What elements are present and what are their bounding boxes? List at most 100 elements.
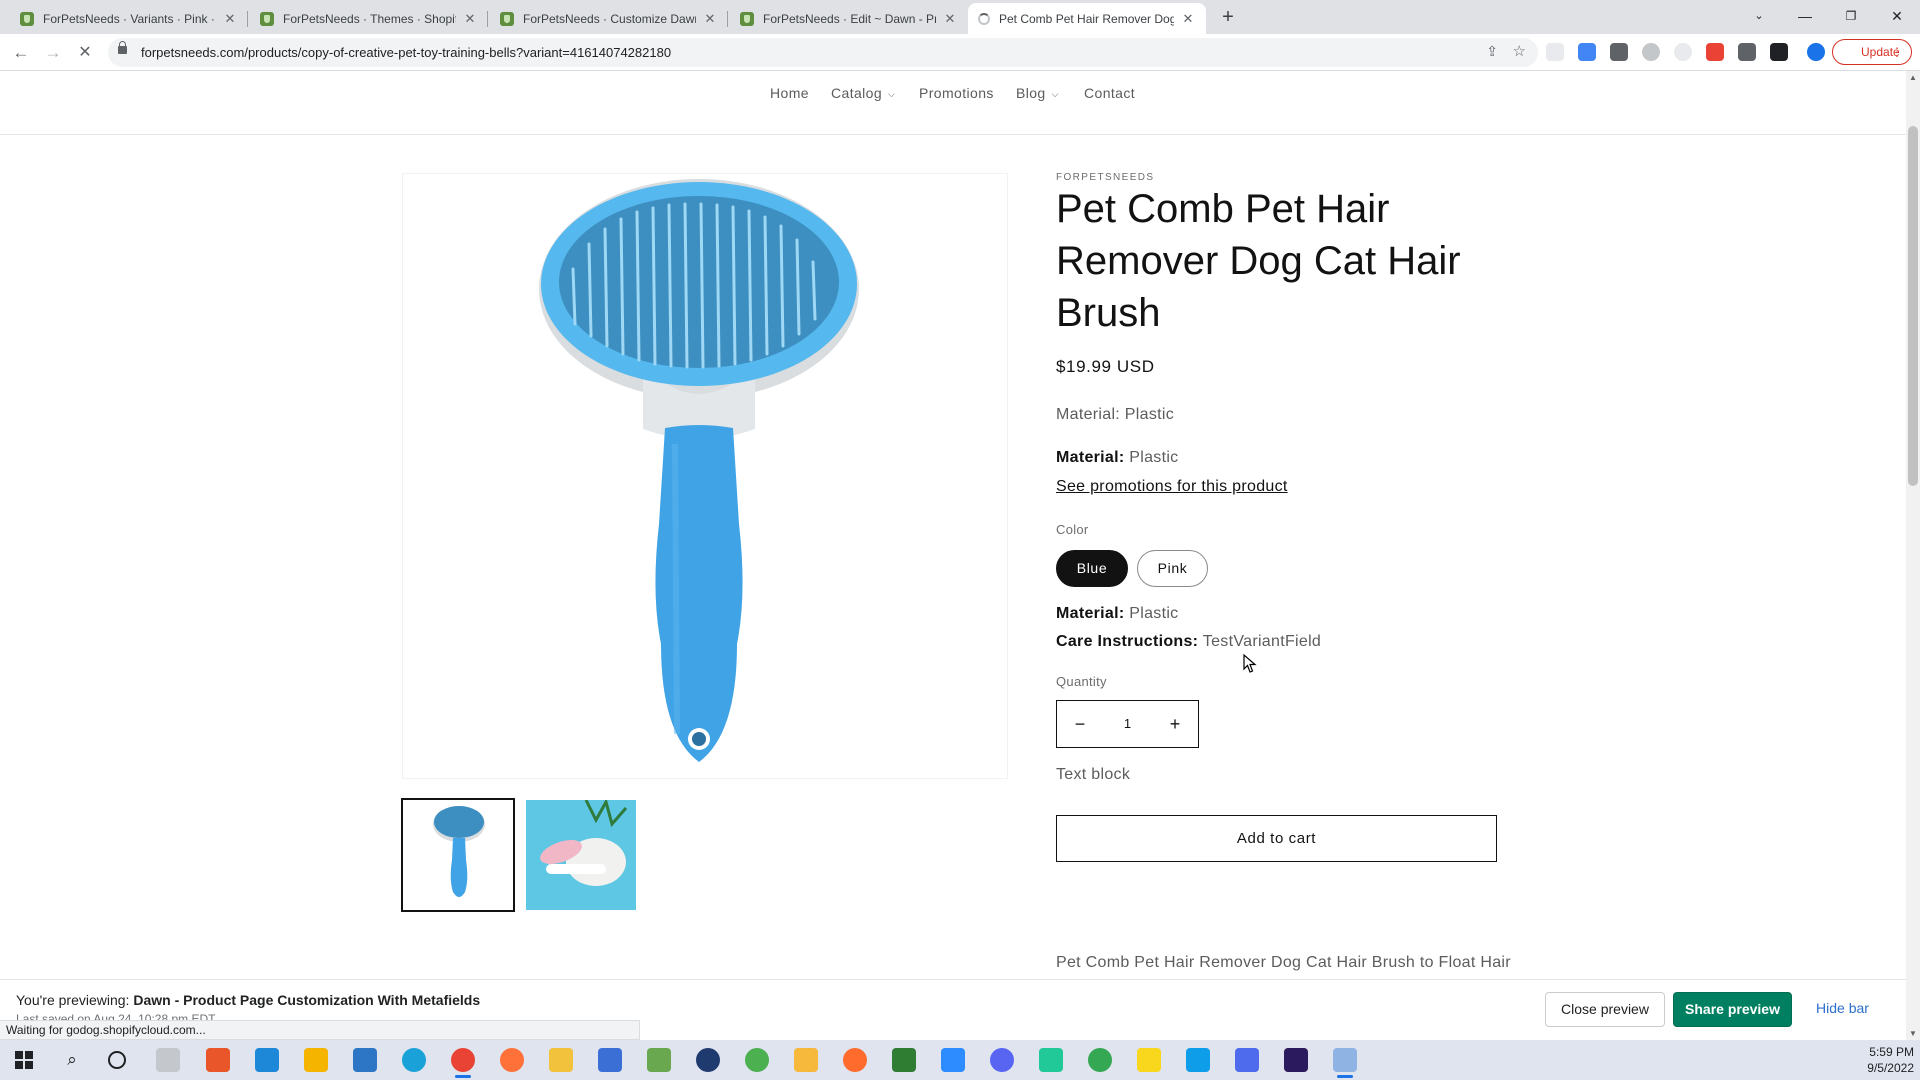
chrome-icon[interactable] (451, 1048, 475, 1078)
app-icon[interactable] (647, 1048, 671, 1072)
product-thumbnail-1[interactable] (401, 798, 515, 912)
promotions-link[interactable]: See promotions for this product (1056, 478, 1288, 496)
side-panel-icon[interactable] (1770, 43, 1788, 61)
browser-tab-strip: ForPetsNeeds · Variants · Pink · Sh ✕ Fo… (0, 0, 1920, 34)
nav-home[interactable]: Home (770, 85, 809, 101)
app-icon[interactable] (1333, 1048, 1357, 1078)
app-icon[interactable] (206, 1048, 230, 1072)
color-option-pink[interactable]: Pink (1137, 550, 1208, 587)
skype-icon[interactable] (1186, 1048, 1210, 1072)
tab-search-icon[interactable]: ⌄ (1745, 4, 1773, 28)
increase-quantity-button[interactable]: + (1152, 701, 1198, 747)
close-icon[interactable]: ✕ (1180, 11, 1196, 27)
site-header-nav: Home Catalog ⌵ Promotions Blog ⌵ Contact (0, 71, 1906, 135)
clock-date: 9/5/2022 (1867, 1061, 1914, 1075)
product-main-image[interactable] (402, 173, 1008, 779)
extension-icon[interactable] (1674, 43, 1692, 61)
vscode-icon[interactable] (255, 1048, 279, 1072)
hide-bar-button[interactable]: Hide bar (1800, 992, 1885, 1027)
nav-blog[interactable]: Blog ⌵ (1016, 85, 1059, 101)
color-option-blue[interactable]: Blue (1056, 550, 1128, 587)
discord-icon[interactable] (990, 1048, 1014, 1072)
nav-label: Promotions (919, 85, 994, 101)
calculator-icon[interactable] (1235, 1048, 1259, 1072)
tab-title: Pet Comb Pet Hair Remover Dog (999, 11, 1174, 26)
mail-icon[interactable] (353, 1048, 377, 1072)
stop-loading-icon[interactable]: ✕ (72, 40, 98, 66)
file-explorer-icon[interactable] (549, 1048, 573, 1072)
nav-promotions[interactable]: Promotions (919, 85, 994, 101)
premiere-icon[interactable] (1284, 1048, 1308, 1072)
app-icon[interactable] (892, 1048, 916, 1072)
share-icon[interactable]: ⇪ (1486, 43, 1498, 60)
app-icon[interactable] (745, 1048, 769, 1072)
browser-tab-customize[interactable]: ForPetsNeeds · Customize Dawn ✕ (490, 3, 728, 34)
product-thumbnail-2[interactable] (526, 800, 636, 910)
scroll-down-icon[interactable]: ▼ (1906, 1029, 1920, 1038)
update-button[interactable]: Update ⋮ (1807, 39, 1912, 65)
bookmark-star-icon[interactable]: ☆ (1513, 42, 1526, 60)
app-icon[interactable] (696, 1048, 720, 1072)
url-text[interactable]: forpetsneeds.com/products/copy-of-creati… (141, 45, 671, 60)
forward-icon[interactable]: → (40, 40, 66, 66)
nav-label: Blog (1016, 85, 1046, 101)
close-icon[interactable]: ✕ (462, 11, 478, 27)
translate-extension-icon[interactable] (1578, 43, 1596, 61)
menu-dots-icon[interactable]: ⋮ (1891, 40, 1903, 64)
task-view-icon[interactable] (156, 1048, 180, 1072)
app-icon[interactable] (794, 1048, 818, 1072)
puzzle-extensions-icon[interactable] (1738, 43, 1756, 61)
close-icon[interactable]: ✕ (702, 11, 718, 27)
minimize-icon[interactable]: — (1791, 4, 1819, 28)
search-icon[interactable]: ⌕ (60, 1048, 84, 1072)
address-bar[interactable]: forpetsneeds.com/products/copy-of-creati… (108, 38, 1538, 67)
cortana-icon[interactable] (108, 1051, 126, 1069)
extension-icon[interactable] (1546, 43, 1564, 61)
shopify-icon (260, 11, 274, 26)
extension-icon[interactable] (1706, 43, 1724, 61)
restore-icon[interactable]: ❐ (1837, 4, 1865, 28)
new-tab-button[interactable]: + (1216, 6, 1240, 30)
close-icon[interactable]: ✕ (222, 11, 238, 27)
profile-avatar[interactable] (1807, 43, 1825, 61)
browser-tab-variants[interactable]: ForPetsNeeds · Variants · Pink · Sh ✕ (10, 3, 248, 34)
extension-icon[interactable] (1642, 43, 1660, 61)
browser-tab-product[interactable]: Pet Comb Pet Hair Remover Dog ✕ (968, 3, 1206, 34)
close-preview-button[interactable]: Close preview (1545, 992, 1665, 1027)
nav-catalog[interactable]: Catalog ⌵ (831, 85, 895, 101)
system-clock[interactable]: 5:59 PM 9/5/2022 (1850, 1044, 1914, 1076)
sticky-notes-icon[interactable] (1137, 1048, 1161, 1072)
share-preview-button[interactable]: Share preview (1673, 992, 1792, 1027)
browser-toolbar: ← → ✕ forpetsneeds.com/products/copy-of-… (0, 34, 1920, 71)
chrome-icon[interactable] (1088, 1048, 1112, 1072)
window-close-icon[interactable]: ✕ (1883, 4, 1911, 28)
windows-start-icon[interactable] (12, 1048, 36, 1072)
zoom-icon[interactable] (941, 1048, 965, 1072)
material-metafield: Material: Plastic (1056, 449, 1178, 467)
back-icon[interactable]: ← (8, 40, 34, 66)
scroll-up-icon[interactable]: ▲ (1906, 73, 1920, 82)
page-scrollbar[interactable]: ▲ ▼ (1906, 71, 1920, 1040)
nav-contact[interactable]: Contact (1084, 85, 1135, 101)
add-to-cart-button[interactable]: Add to cart (1056, 815, 1497, 862)
firefox-icon[interactable] (500, 1048, 524, 1072)
eyedropper-extension-icon[interactable] (1610, 43, 1628, 61)
browser-tab-themes[interactable]: ForPetsNeeds · Themes · Shopify ✕ (250, 3, 488, 34)
nav-label: Home (770, 85, 809, 101)
store-icon[interactable] (598, 1048, 622, 1072)
browser-tab-edit[interactable]: ForPetsNeeds · Edit ~ Dawn - Pro ✕ (730, 3, 968, 34)
close-icon[interactable]: ✕ (942, 11, 958, 27)
quantity-input[interactable]: 1 (1103, 701, 1152, 747)
edge-icon[interactable] (402, 1048, 426, 1072)
decrease-quantity-button[interactable]: − (1057, 701, 1103, 747)
google-ads-icon[interactable] (304, 1048, 328, 1072)
description-text: Pet Comb Pet Hair Remover Dog Cat Hair B… (1056, 954, 1511, 971)
loading-spinner-icon (978, 12, 990, 25)
scrollbar-thumb[interactable] (1908, 126, 1918, 486)
tab-title: ForPetsNeeds · Themes · Shopify (283, 11, 456, 26)
tab-title: ForPetsNeeds · Variants · Pink · Sh (43, 11, 216, 26)
app-icon[interactable] (1039, 1048, 1063, 1072)
browser-status-bar: Waiting for godog.shopifycloud.com... (0, 1020, 640, 1040)
quantity-label: Quantity (1056, 674, 1107, 689)
app-icon[interactable] (843, 1048, 867, 1072)
